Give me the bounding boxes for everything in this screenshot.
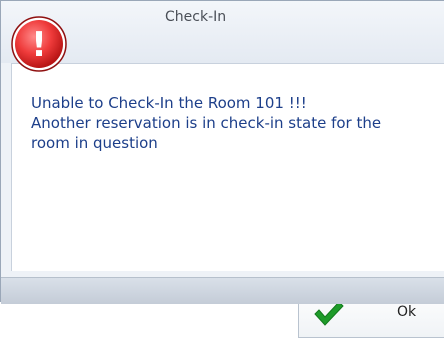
check-in-dialog: Check-In Unable to Check-In the Room 101… — [0, 0, 444, 338]
ok-button-label: Ok — [397, 304, 417, 320]
dialog-title: Check-In — [165, 9, 227, 25]
message-line-3: room in question — [31, 134, 158, 152]
message-panel: Unable to Check-In the Room 101 !!! Anot… — [11, 63, 444, 338]
error-message: Unable to Check-In the Room 101 !!! Anot… — [31, 93, 441, 153]
dialog-bottom-bar — [1, 277, 444, 304]
error-icon-glyph: ! — [31, 25, 47, 65]
message-line-1: Unable to Check-In the Room 101 !!! — [31, 94, 307, 112]
message-line-2: Another reservation is in check-in state… — [31, 114, 382, 132]
error-icon: ! — [11, 16, 67, 72]
